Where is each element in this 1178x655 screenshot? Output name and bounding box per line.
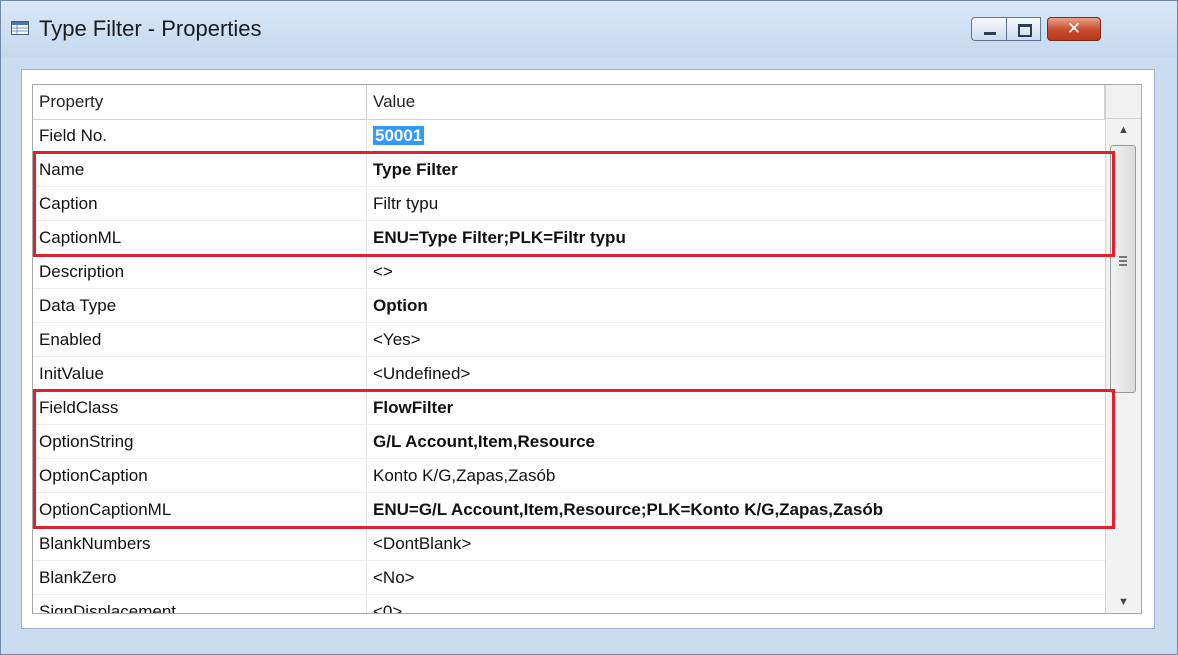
properties-grid: Property Value Field No. 50001 Name Type… (32, 84, 1142, 614)
property-value-cell[interactable]: <> (367, 255, 1105, 288)
property-value-cell[interactable]: Option (367, 289, 1105, 322)
property-name-cell[interactable]: Name (33, 153, 367, 186)
property-value-cell[interactable]: ENU=G/L Account,Item,Resource;PLK=Konto … (367, 493, 1105, 526)
table-row[interactable]: BlankNumbers <DontBlank> (33, 527, 1105, 561)
table-row[interactable]: Data Type Option (33, 289, 1105, 323)
vertical-scrollbar[interactable]: ▲ ▼ (1105, 119, 1141, 613)
table-row[interactable]: Name Type Filter (33, 153, 1105, 187)
properties-panel: Property Value Field No. 50001 Name Type… (21, 69, 1155, 629)
header-corner (1105, 85, 1141, 119)
property-name-cell[interactable]: Description (33, 255, 367, 288)
property-value-cell[interactable]: FlowFilter (367, 391, 1105, 424)
table-row[interactable]: OptionCaptionML ENU=G/L Account,Item,Res… (33, 493, 1105, 527)
maximize-icon (1018, 24, 1032, 37)
property-name-cell[interactable]: OptionCaption (33, 459, 367, 492)
property-value-cell[interactable]: <Undefined> (367, 357, 1105, 390)
properties-window: Type Filter - Properties ✕ Property Valu… (0, 0, 1178, 655)
selected-value-text[interactable]: 50001 (373, 126, 425, 145)
grip-line (1119, 256, 1127, 258)
scroll-thumb[interactable] (1110, 145, 1136, 393)
table-row[interactable]: Field No. 50001 (33, 119, 1105, 153)
table-row[interactable]: InitValue <Undefined> (33, 357, 1105, 391)
property-value-cell[interactable]: Konto K/G,Zapas,Zasób (367, 459, 1105, 492)
property-value-cell[interactable]: Filtr typu (367, 187, 1105, 220)
property-value-cell[interactable]: <Yes> (367, 323, 1105, 356)
property-value-cell[interactable]: G/L Account,Item,Resource (367, 425, 1105, 458)
table-row[interactable]: OptionCaption Konto K/G,Zapas,Zasób (33, 459, 1105, 493)
property-name-cell[interactable]: OptionString (33, 425, 367, 458)
property-name-cell[interactable]: OptionCaptionML (33, 493, 367, 526)
property-name-cell[interactable]: Enabled (33, 323, 367, 356)
scroll-up-icon[interactable]: ▲ (1106, 119, 1141, 141)
table-row[interactable]: CaptionML ENU=Type Filter;PLK=Filtr typu (33, 221, 1105, 255)
maximize-button[interactable] (1007, 17, 1041, 41)
table-row[interactable]: Description <> (33, 255, 1105, 289)
property-name-cell[interactable]: FieldClass (33, 391, 367, 424)
table-row[interactable]: SignDisplacement <0> (33, 595, 1105, 613)
scroll-down-icon[interactable]: ▼ (1106, 591, 1141, 613)
property-value-cell[interactable]: <No> (367, 561, 1105, 594)
property-name-cell[interactable]: SignDisplacement (33, 595, 367, 613)
grip-line (1119, 264, 1127, 266)
table-row[interactable]: FieldClass FlowFilter (33, 391, 1105, 425)
grip-line (1119, 260, 1127, 262)
property-column-header[interactable]: Property (33, 85, 367, 119)
property-name-cell[interactable]: Data Type (33, 289, 367, 322)
close-button[interactable]: ✕ (1047, 17, 1101, 41)
property-value-cell[interactable]: <DontBlank> (367, 527, 1105, 560)
property-name-cell[interactable]: BlankZero (33, 561, 367, 594)
value-column-header[interactable]: Value (367, 85, 1105, 119)
property-value-cell[interactable]: ENU=Type Filter;PLK=Filtr typu (367, 221, 1105, 254)
property-value-cell[interactable]: Type Filter (367, 153, 1105, 186)
property-name-cell[interactable]: Field No. (33, 119, 367, 152)
table-row[interactable]: Caption Filtr typu (33, 187, 1105, 221)
property-value-cell[interactable]: <0> (367, 595, 1105, 613)
window-title: Type Filter - Properties (39, 16, 262, 41)
properties-window-icon (11, 21, 29, 35)
minimize-icon (984, 32, 996, 35)
property-name-cell[interactable]: CaptionML (33, 221, 367, 254)
grid-rows: Field No. 50001 Name Type Filter Caption… (33, 119, 1105, 613)
title-bar[interactable]: Type Filter - Properties ✕ (1, 1, 1177, 57)
grid-header: Property Value (33, 85, 1105, 120)
table-row[interactable]: BlankZero <No> (33, 561, 1105, 595)
property-value-cell[interactable]: 50001 (367, 119, 1105, 152)
property-name-cell[interactable]: Caption (33, 187, 367, 220)
property-name-cell[interactable]: InitValue (33, 357, 367, 390)
minimize-button[interactable] (971, 17, 1007, 41)
close-icon: ✕ (1066, 19, 1082, 38)
table-row[interactable]: Enabled <Yes> (33, 323, 1105, 357)
property-name-cell[interactable]: BlankNumbers (33, 527, 367, 560)
table-row[interactable]: OptionString G/L Account,Item,Resource (33, 425, 1105, 459)
